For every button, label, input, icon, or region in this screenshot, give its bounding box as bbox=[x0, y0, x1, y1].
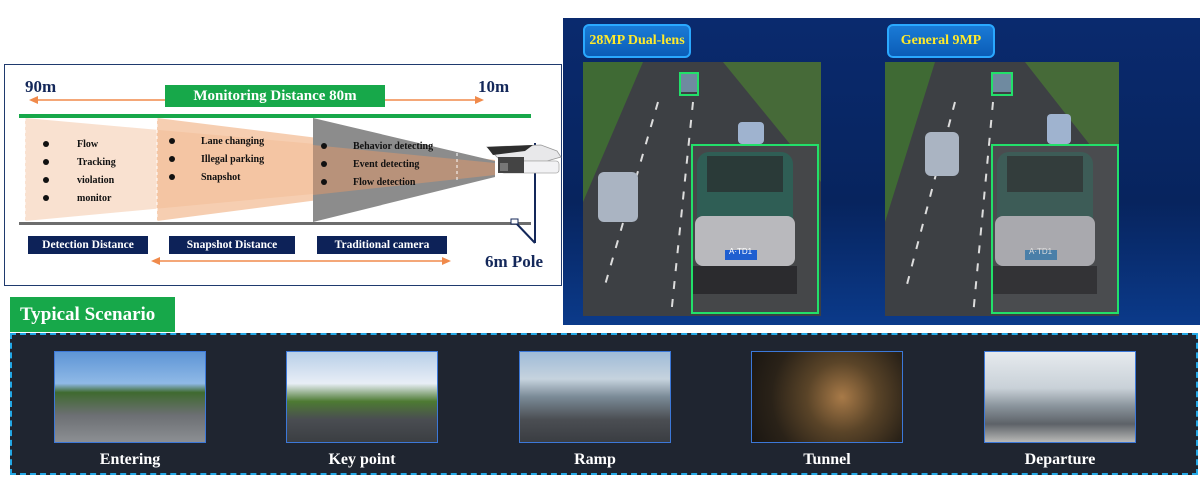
zoomed-car-box: A·TD1 bbox=[691, 144, 819, 314]
general-9mp-tag: General 9MP bbox=[887, 24, 995, 58]
license-plate: A·TD1 bbox=[1029, 247, 1053, 256]
scenario-label: Tunnel bbox=[803, 451, 851, 468]
traditional-camera-tag: Traditional camera bbox=[317, 236, 447, 254]
snapshot-zone-list: Lane changing Illegal parking Snapshot bbox=[169, 132, 264, 186]
list-item: Snapshot bbox=[201, 171, 241, 183]
scenario-label: Entering bbox=[99, 451, 161, 468]
list-item: Event detecting bbox=[353, 158, 420, 170]
monitoring-distance-diagram: 90m 10m Monitoring Distance 80m Flow Tra… bbox=[4, 64, 562, 286]
general-9mp-image: A·TD1 bbox=[885, 62, 1119, 316]
list-item: Illegal parking bbox=[201, 153, 265, 165]
dual-lens-image: A·TD1 bbox=[583, 62, 821, 316]
scenario-panel: Entering Key point Ramp Tunnel Departure bbox=[10, 333, 1198, 475]
list-item: Flow bbox=[77, 138, 99, 150]
resolution-comparison: 28MP Dual-lens A·TD1 General 9MP A·TD1 bbox=[563, 18, 1200, 325]
list-item: Lane changing bbox=[201, 135, 265, 147]
monitoring-distance-label: Monitoring Distance 80m bbox=[165, 85, 385, 107]
scenario-key-point: Key point bbox=[286, 351, 438, 469]
zoomed-car-box: A·TD1 bbox=[991, 144, 1119, 314]
scenario-label: Ramp bbox=[574, 451, 616, 468]
dual-lens-tag: 28MP Dual-lens bbox=[583, 24, 691, 58]
scenario-label: Key point bbox=[328, 451, 396, 468]
typical-scenario-title: Typical Scenario bbox=[10, 297, 175, 332]
detection-distance-tag: Detection Distance bbox=[28, 236, 148, 254]
list-item: violation bbox=[77, 174, 115, 186]
ground-line bbox=[19, 222, 531, 225]
camera-icon bbox=[486, 144, 562, 174]
pole-height-label: 6m Pole bbox=[485, 252, 544, 271]
scenario-departure: Departure bbox=[984, 351, 1136, 469]
traditional-zone-list: Behavior detecting Event detecting Flow … bbox=[321, 137, 433, 191]
target-box bbox=[991, 72, 1013, 96]
list-item: monitor bbox=[77, 192, 112, 204]
arrow-right-head bbox=[475, 96, 484, 104]
monitoring-range-bar bbox=[19, 114, 531, 118]
scenario-image bbox=[751, 351, 903, 443]
target-box bbox=[679, 72, 699, 96]
list-item: Tracking bbox=[77, 156, 116, 168]
scenario-image bbox=[984, 351, 1136, 443]
scenario-entering: Entering bbox=[54, 351, 206, 469]
scenario-tunnel: Tunnel bbox=[751, 351, 903, 469]
scenario-ramp: Ramp bbox=[519, 351, 671, 469]
list-item: Flow detection bbox=[353, 176, 416, 188]
list-item: Behavior detecting bbox=[353, 140, 434, 152]
arrow-left-head bbox=[29, 96, 38, 104]
license-plate: A·TD1 bbox=[729, 247, 753, 256]
detection-zone-list: Flow Tracking violation monitor bbox=[43, 135, 116, 207]
snapshot-distance-tag: Snapshot Distance bbox=[169, 236, 295, 254]
scenario-image bbox=[286, 351, 438, 443]
scenario-label: Departure bbox=[1024, 451, 1096, 468]
scenario-image bbox=[54, 351, 206, 443]
scenario-image bbox=[519, 351, 671, 443]
